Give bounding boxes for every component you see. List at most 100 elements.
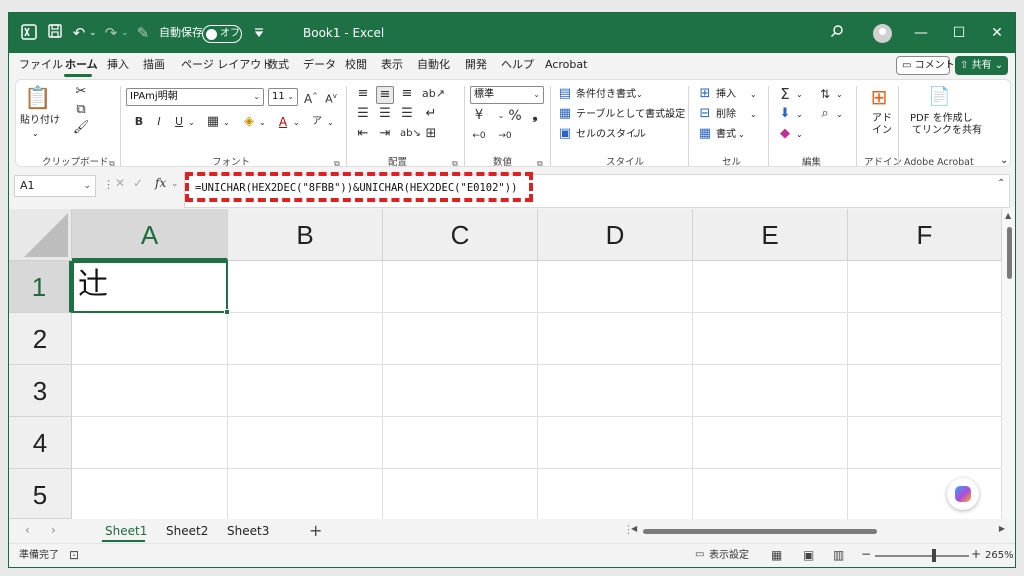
zoom-out-icon[interactable]: − xyxy=(861,547,871,561)
horizontal-scroll-thumb[interactable] xyxy=(643,529,877,534)
clipboard-launcher-icon[interactable]: ⧉ xyxy=(109,157,115,170)
accessibility-icon[interactable]: ⊡ xyxy=(69,548,79,562)
tab-help[interactable]: ヘルプ xyxy=(501,57,534,73)
cell-styles-dropdown-icon[interactable]: ⌄ xyxy=(632,128,639,141)
autosave-toggle[interactable]: オフ xyxy=(202,25,242,43)
search-icon[interactable] xyxy=(827,23,847,43)
align-left-icon[interactable]: ☰ xyxy=(354,106,372,122)
tab-file[interactable]: ファイル xyxy=(19,57,63,73)
insert-dropdown-icon[interactable]: ⌄ xyxy=(750,88,757,101)
fill-color-icon[interactable]: ◈ xyxy=(240,114,258,130)
normal-view-icon[interactable]: ▦ xyxy=(771,548,782,562)
copy-icon[interactable]: ⧉ xyxy=(72,102,90,118)
expand-formula-icon[interactable]: ⌃ xyxy=(997,177,1005,190)
conditional-format-icon[interactable]: ▤ xyxy=(556,86,574,102)
zoom-level[interactable]: 265% xyxy=(985,549,1014,563)
cut-icon[interactable]: ✂ xyxy=(72,84,90,100)
display-settings-label[interactable]: 表示設定 xyxy=(709,549,749,563)
customize-icon[interactable] xyxy=(249,23,269,43)
column-header-b[interactable]: B xyxy=(228,209,383,261)
decrease-font-icon[interactable]: Av xyxy=(322,88,340,108)
scroll-up-icon[interactable]: ▲ xyxy=(1005,211,1011,220)
bold-icon[interactable]: B xyxy=(130,114,148,130)
orientation-angle-icon[interactable]: ab↘ xyxy=(400,126,421,142)
delete-cells-icon[interactable]: ⊟ xyxy=(696,106,714,122)
tab-draw[interactable]: 描画 xyxy=(143,57,165,73)
fill-down-icon[interactable]: ⬇ xyxy=(776,106,794,122)
merge-center-icon[interactable]: ⊞ xyxy=(422,126,440,142)
minimize-icon[interactable]: — xyxy=(911,23,931,43)
sheet-tab-1[interactable]: Sheet1 xyxy=(105,523,147,539)
sheet-tab-3[interactable]: Sheet3 xyxy=(227,523,269,539)
italic-icon[interactable]: I xyxy=(150,114,168,130)
zoom-slider[interactable] xyxy=(875,555,969,557)
wrap-text-icon[interactable]: ↵ xyxy=(422,106,440,122)
column-header-d[interactable]: D xyxy=(538,209,693,261)
border-icon[interactable]: ▦ xyxy=(204,114,222,130)
increase-indent-icon[interactable]: ⇥ xyxy=(376,126,394,142)
add-sheet-icon[interactable]: + xyxy=(309,521,322,540)
delete-cells-label[interactable]: 削除 xyxy=(716,108,736,121)
format-table-icon[interactable]: ▦ xyxy=(556,106,574,122)
fill-handle[interactable] xyxy=(224,309,230,315)
vertical-scroll-thumb[interactable] xyxy=(1007,227,1012,279)
phonetic-icon[interactable]: ア xyxy=(308,114,326,130)
align-top-icon[interactable]: ≡ xyxy=(354,86,372,102)
format-dropdown-icon[interactable]: ⌄ xyxy=(738,128,745,141)
addins-label-2[interactable]: イン xyxy=(872,124,892,137)
insert-cells-icon[interactable]: ⊞ xyxy=(696,86,714,102)
paste-label[interactable]: 貼り付け xyxy=(20,114,60,127)
clear-icon[interactable]: ◆ xyxy=(776,126,794,142)
zoom-slider-knob[interactable] xyxy=(932,549,936,562)
sort-filter-icon[interactable]: ⇅ xyxy=(816,86,834,102)
row-header-5[interactable]: 5 xyxy=(9,469,72,519)
ribbon-collapse-icon[interactable]: ⌄ xyxy=(1000,154,1008,167)
fill-dropdown-icon[interactable]: ⌄ xyxy=(259,116,266,129)
tab-formulas[interactable]: 数式 xyxy=(267,57,289,73)
close-icon[interactable]: ✕ xyxy=(987,23,1007,43)
font-color-icon[interactable]: A xyxy=(274,114,292,130)
comment-button[interactable]: ▭ コメント xyxy=(896,56,955,75)
paste-icon[interactable]: 📋 xyxy=(24,86,51,112)
tab-home[interactable]: ホーム xyxy=(65,57,98,73)
underline-dropdown-icon[interactable]: ⌄ xyxy=(188,116,195,129)
font-launcher-icon[interactable]: ⧉ xyxy=(334,157,340,170)
fx-dropdown-icon[interactable]: ⌄ xyxy=(171,178,179,191)
maximize-icon[interactable]: ☐ xyxy=(949,23,969,43)
font-name-select[interactable]: IPAmj明朝 ⌄ xyxy=(126,88,264,106)
column-header-e[interactable]: E xyxy=(693,209,848,261)
create-pdf-icon[interactable]: 📄 xyxy=(928,86,950,108)
row-header-2[interactable]: 2 xyxy=(9,313,72,365)
alignment-launcher-icon[interactable]: ⧉ xyxy=(452,157,458,170)
row-header-1[interactable]: 1 xyxy=(9,261,72,313)
decrease-indent-icon[interactable]: ⇤ xyxy=(354,126,372,142)
decrease-decimal-icon[interactable]: →0 xyxy=(496,128,514,144)
prev-sheet-icon[interactable]: ‹ xyxy=(25,523,30,537)
column-header-c[interactable]: C xyxy=(383,209,538,261)
comma-icon[interactable]: ❟ xyxy=(526,108,544,124)
redo-icon[interactable]: ↷ xyxy=(101,23,121,43)
format-painter-icon[interactable]: 🖌 xyxy=(72,120,90,136)
column-header-f[interactable]: F xyxy=(848,209,1002,261)
sort-dropdown-icon[interactable]: ⌄ xyxy=(836,88,843,101)
select-all-corner[interactable] xyxy=(9,209,72,261)
percent-icon[interactable]: % xyxy=(506,108,524,124)
align-bottom-icon[interactable]: ≡ xyxy=(398,86,416,102)
tab-insert[interactable]: 挿入 xyxy=(107,57,129,73)
format-cells-label[interactable]: 書式 xyxy=(716,128,736,141)
save-icon[interactable] xyxy=(45,23,65,43)
copilot-icon[interactable] xyxy=(947,478,979,510)
tab-developer[interactable]: 開発 xyxy=(465,57,487,73)
tab-review[interactable]: 校閲 xyxy=(345,57,367,73)
tab-acrobat[interactable]: Acrobat xyxy=(545,57,587,73)
zoom-in-icon[interactable]: + xyxy=(971,547,981,561)
addins-icon[interactable]: ⊞ xyxy=(868,86,890,108)
row-header-4[interactable]: 4 xyxy=(9,417,72,469)
currency-icon[interactable]: ¥ xyxy=(470,108,488,124)
more-options-icon[interactable]: ⋮ xyxy=(103,178,114,191)
sheet-tab-2[interactable]: Sheet2 xyxy=(166,523,208,539)
delete-dropdown-icon[interactable]: ⌄ xyxy=(750,108,757,121)
align-right-icon[interactable]: ☰ xyxy=(398,106,416,122)
orientation-icon[interactable]: ab↗ xyxy=(422,86,445,102)
underline-icon[interactable]: U xyxy=(170,114,188,130)
